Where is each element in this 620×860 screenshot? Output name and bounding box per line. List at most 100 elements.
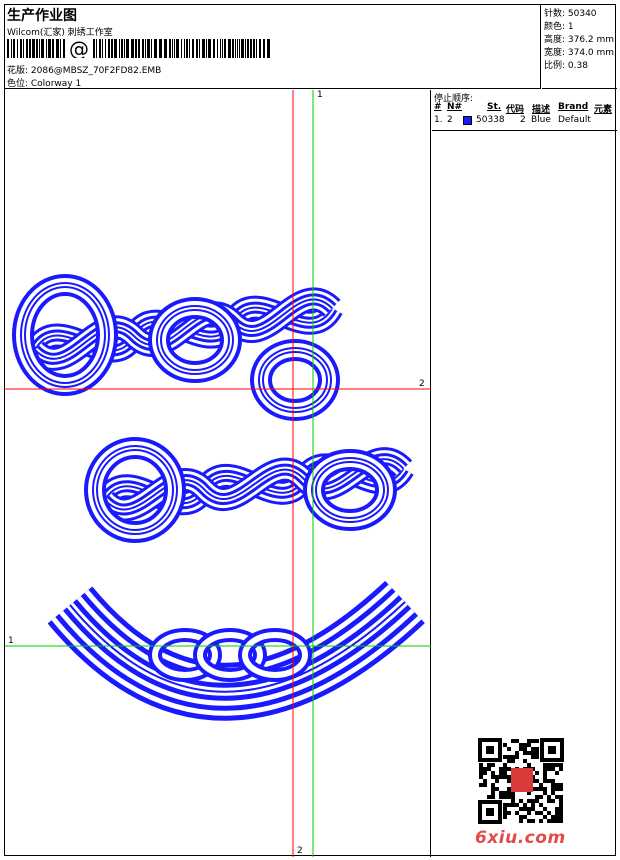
barcode-bar xyxy=(142,39,144,58)
barcode-bar xyxy=(93,39,95,58)
qr-module xyxy=(527,807,531,811)
company-name: Wilcom(汇家) 刺绣工作室 xyxy=(7,28,113,38)
qr-module xyxy=(491,787,495,791)
qr-module xyxy=(491,771,495,775)
qr-module xyxy=(499,767,503,771)
barcode-bar xyxy=(220,39,221,58)
qr-module xyxy=(551,763,555,767)
column-header: 元素 xyxy=(594,105,613,115)
barcode-bar xyxy=(206,39,207,58)
qr-module xyxy=(551,819,555,823)
qr-module xyxy=(555,811,559,815)
design-scale: 比例: 0.38 xyxy=(544,61,588,71)
barcode-bar xyxy=(46,39,47,58)
barcode-bar xyxy=(17,39,18,58)
braid-loop-upper-right xyxy=(250,339,340,421)
barcode-at-glyph: @ xyxy=(69,39,89,58)
qr-module xyxy=(523,803,527,807)
column-header: # xyxy=(434,102,442,112)
qr-module xyxy=(503,807,507,811)
qr-module xyxy=(503,775,507,779)
qr-module xyxy=(535,751,539,755)
barcode-bar xyxy=(208,39,211,58)
barcode-bar xyxy=(131,39,134,58)
barcode-bar xyxy=(13,39,15,58)
stats-panel: 针数: 50340 颜色: 1 高度: 376.2 mm 宽度: 374.0 m… xyxy=(542,5,617,89)
header-panel: 生产作业图 Wilcom(汇家) 刺绣工作室 @ 花版: 2086@MBSZ_7… xyxy=(5,5,541,89)
qr-module xyxy=(551,799,555,803)
qr-module xyxy=(559,819,563,823)
qr-code xyxy=(478,738,564,824)
qr-module xyxy=(499,775,503,779)
production-worksheet: 生产作业图 Wilcom(汇家) 刺绣工作室 @ 花版: 2086@MBSZ_7… xyxy=(4,4,617,857)
qr-module xyxy=(507,767,511,771)
qr-module xyxy=(511,803,515,807)
qr-module xyxy=(543,771,547,775)
column-header: 描述 xyxy=(532,105,551,115)
barcode-bar xyxy=(189,39,190,58)
row-index: 1. xyxy=(434,115,443,125)
qr-module xyxy=(555,783,559,787)
qr-module xyxy=(555,815,559,819)
qr-module xyxy=(491,791,495,795)
green-horizontal-label: 1 xyxy=(8,636,14,646)
qr-module xyxy=(559,787,563,791)
barcode-bar xyxy=(239,39,240,58)
qr-module xyxy=(491,795,495,799)
qr-module xyxy=(503,755,507,759)
qr-module xyxy=(523,815,527,819)
qr-module xyxy=(535,795,539,799)
qr-module xyxy=(551,779,555,783)
barcode-bar xyxy=(41,39,44,58)
qr-module xyxy=(503,803,507,807)
barcode-bar xyxy=(237,39,238,58)
barcode-bar xyxy=(60,39,61,58)
qr-module xyxy=(559,795,563,799)
barcode-bar xyxy=(176,39,179,58)
barcode-bar xyxy=(222,39,223,58)
qr-module xyxy=(523,759,527,763)
qr-module xyxy=(551,767,555,771)
barcode-bar xyxy=(164,39,167,58)
green-vertical-label: 1 xyxy=(317,90,323,100)
qr-module xyxy=(479,783,483,787)
qr-module xyxy=(547,799,551,803)
qr-module xyxy=(507,775,511,779)
qr-module xyxy=(531,739,535,743)
color-count: 颜色: 1 xyxy=(544,22,574,32)
qr-module xyxy=(551,791,555,795)
barcode-bar xyxy=(159,39,162,58)
qr-module xyxy=(483,771,487,775)
barcode-bar xyxy=(23,39,24,58)
qr-module xyxy=(523,751,527,755)
barcode-bar xyxy=(199,39,200,58)
embroidery-design xyxy=(12,274,425,721)
qr-module xyxy=(555,787,559,791)
barcode-bar xyxy=(39,39,40,58)
qr-module xyxy=(547,763,551,767)
qr-module xyxy=(543,763,547,767)
design-height: 高度: 376.2 mm xyxy=(544,35,615,45)
qr-module xyxy=(483,767,487,771)
barcode-bar xyxy=(26,39,28,58)
qr-module xyxy=(499,771,503,775)
table-row: 1. 2 50338 2 Blue Default xyxy=(432,115,617,127)
barcode-bar xyxy=(32,39,35,58)
qr-module xyxy=(543,807,547,811)
qr-module xyxy=(479,771,483,775)
qr-module xyxy=(515,811,519,815)
qr-module xyxy=(527,819,531,823)
qr-module xyxy=(495,775,499,779)
qr-module xyxy=(559,807,563,811)
qr-module xyxy=(507,791,511,795)
barcode-bar xyxy=(250,39,252,58)
qr-module xyxy=(519,799,523,803)
barcode-bar xyxy=(181,39,182,58)
qr-module xyxy=(555,771,559,775)
qr-module xyxy=(539,811,543,815)
qr-module xyxy=(487,795,491,799)
qr-module xyxy=(479,767,483,771)
qr-module xyxy=(507,759,511,763)
qr-module xyxy=(527,799,531,803)
barcode-bar xyxy=(169,39,171,58)
